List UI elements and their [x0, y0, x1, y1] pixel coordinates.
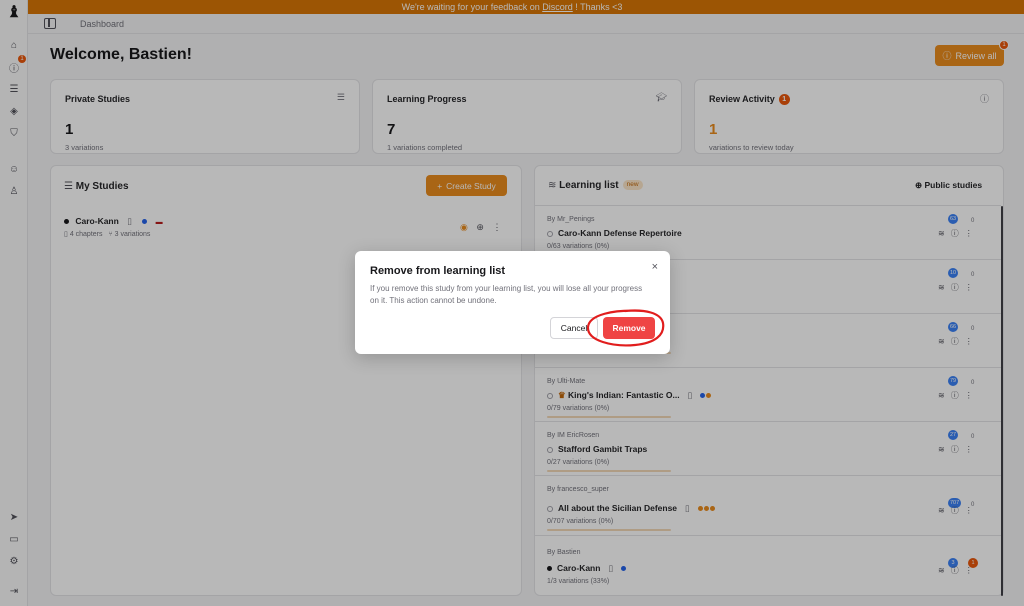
dialog-description: If you remove this study from your learn… — [370, 284, 643, 305]
dialog-title: Remove from learning list — [370, 265, 506, 277]
annotation-circle — [586, 309, 665, 347]
close-icon[interactable]: × — [652, 261, 658, 273]
